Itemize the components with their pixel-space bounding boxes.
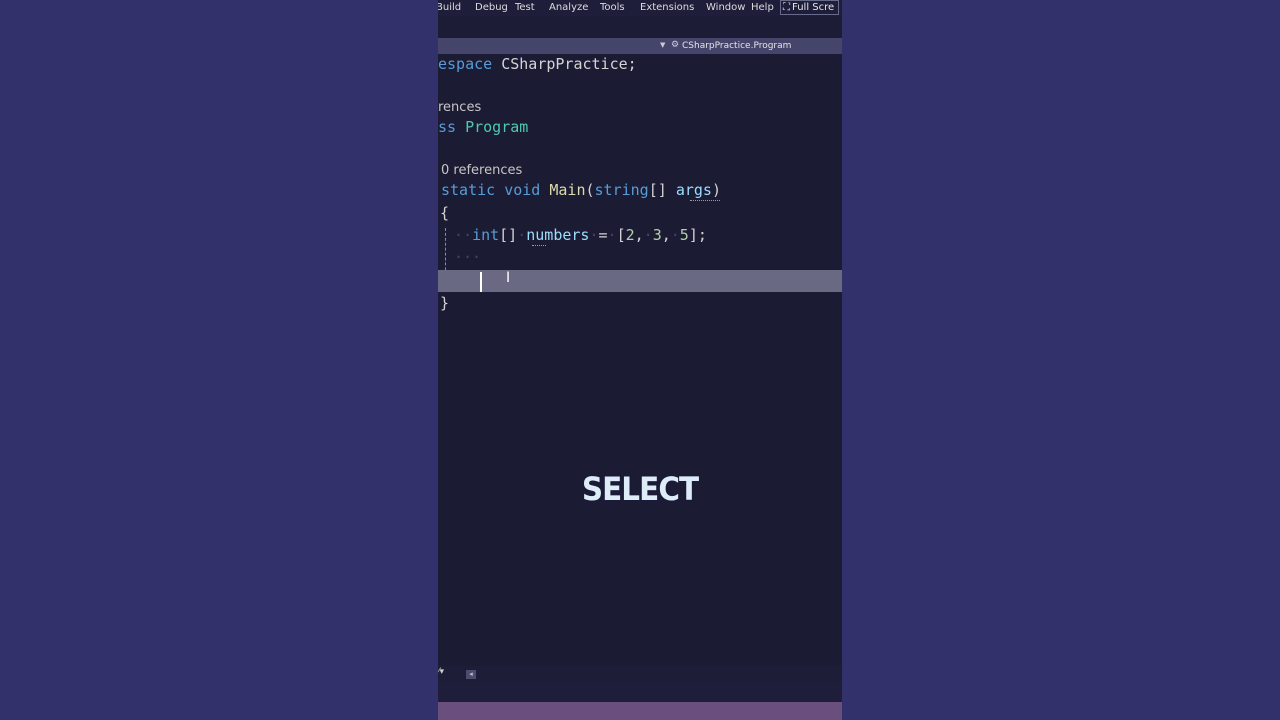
menu-bar: Build Debug Test Analyze Tools Extension… bbox=[438, 0, 842, 16]
fullscreen-button[interactable]: ⛶ Full Scre bbox=[780, 0, 840, 15]
menu-debug[interactable]: Debug bbox=[475, 2, 508, 13]
method-declaration-line: static void Main(string[] args) bbox=[441, 181, 721, 199]
blank-line: ··· bbox=[454, 248, 482, 266]
scroll-left-icon[interactable]: ◂ bbox=[466, 670, 476, 679]
ide-window: Build Debug Test Analyze Tools Extension… bbox=[438, 0, 842, 720]
menu-extensions[interactable]: Extensions bbox=[640, 2, 694, 13]
open-brace: { bbox=[440, 204, 450, 222]
ibeam-cursor-icon: I bbox=[506, 270, 511, 286]
status-bar bbox=[438, 702, 842, 720]
array-declaration-line: ··int[]·numbers·=·[2,·3,·5]; bbox=[454, 226, 707, 244]
current-line-highlight bbox=[438, 270, 842, 292]
chevron-down-icon[interactable]: ▼ bbox=[660, 41, 665, 49]
args-hint-underline bbox=[690, 200, 720, 201]
navigation-bar: ▼ ⚙ CSharpPractice.Program bbox=[438, 38, 842, 54]
menu-tools[interactable]: Tools bbox=[600, 2, 625, 13]
namespace-line: espace CSharpPractice; bbox=[438, 55, 637, 73]
menu-build[interactable]: Build bbox=[438, 2, 461, 13]
fullscreen-icon: ⛶ bbox=[783, 2, 790, 13]
text-caret bbox=[480, 272, 482, 292]
menu-window[interactable]: Window bbox=[706, 2, 745, 13]
method-references-codelens[interactable]: 0 references bbox=[441, 163, 522, 178]
code-editor[interactable]: espace CSharpPractice; rences ss Program… bbox=[438, 54, 842, 666]
close-brace: } bbox=[440, 294, 450, 312]
editor-bottom-bar: ⁄▾ ◂ bbox=[438, 666, 842, 682]
menu-test[interactable]: Test bbox=[515, 2, 535, 13]
class-icon: ⚙ bbox=[671, 40, 680, 50]
class-references-codelens[interactable]: rences bbox=[438, 100, 481, 115]
member-dropdown[interactable]: CSharpPractice.Program bbox=[682, 41, 791, 51]
output-area bbox=[438, 682, 842, 702]
toolbar-area bbox=[438, 16, 842, 38]
menu-analyze[interactable]: Analyze bbox=[549, 2, 588, 13]
menu-help[interactable]: Help bbox=[751, 2, 774, 13]
numbers-hint-underline bbox=[532, 245, 546, 246]
video-caption: SELECT bbox=[581, 470, 699, 508]
class-declaration-line: ss Program bbox=[438, 118, 529, 136]
fullscreen-label: Full Scre bbox=[792, 2, 835, 13]
zoom-dropdown[interactable]: ⁄▾ bbox=[438, 667, 444, 677]
